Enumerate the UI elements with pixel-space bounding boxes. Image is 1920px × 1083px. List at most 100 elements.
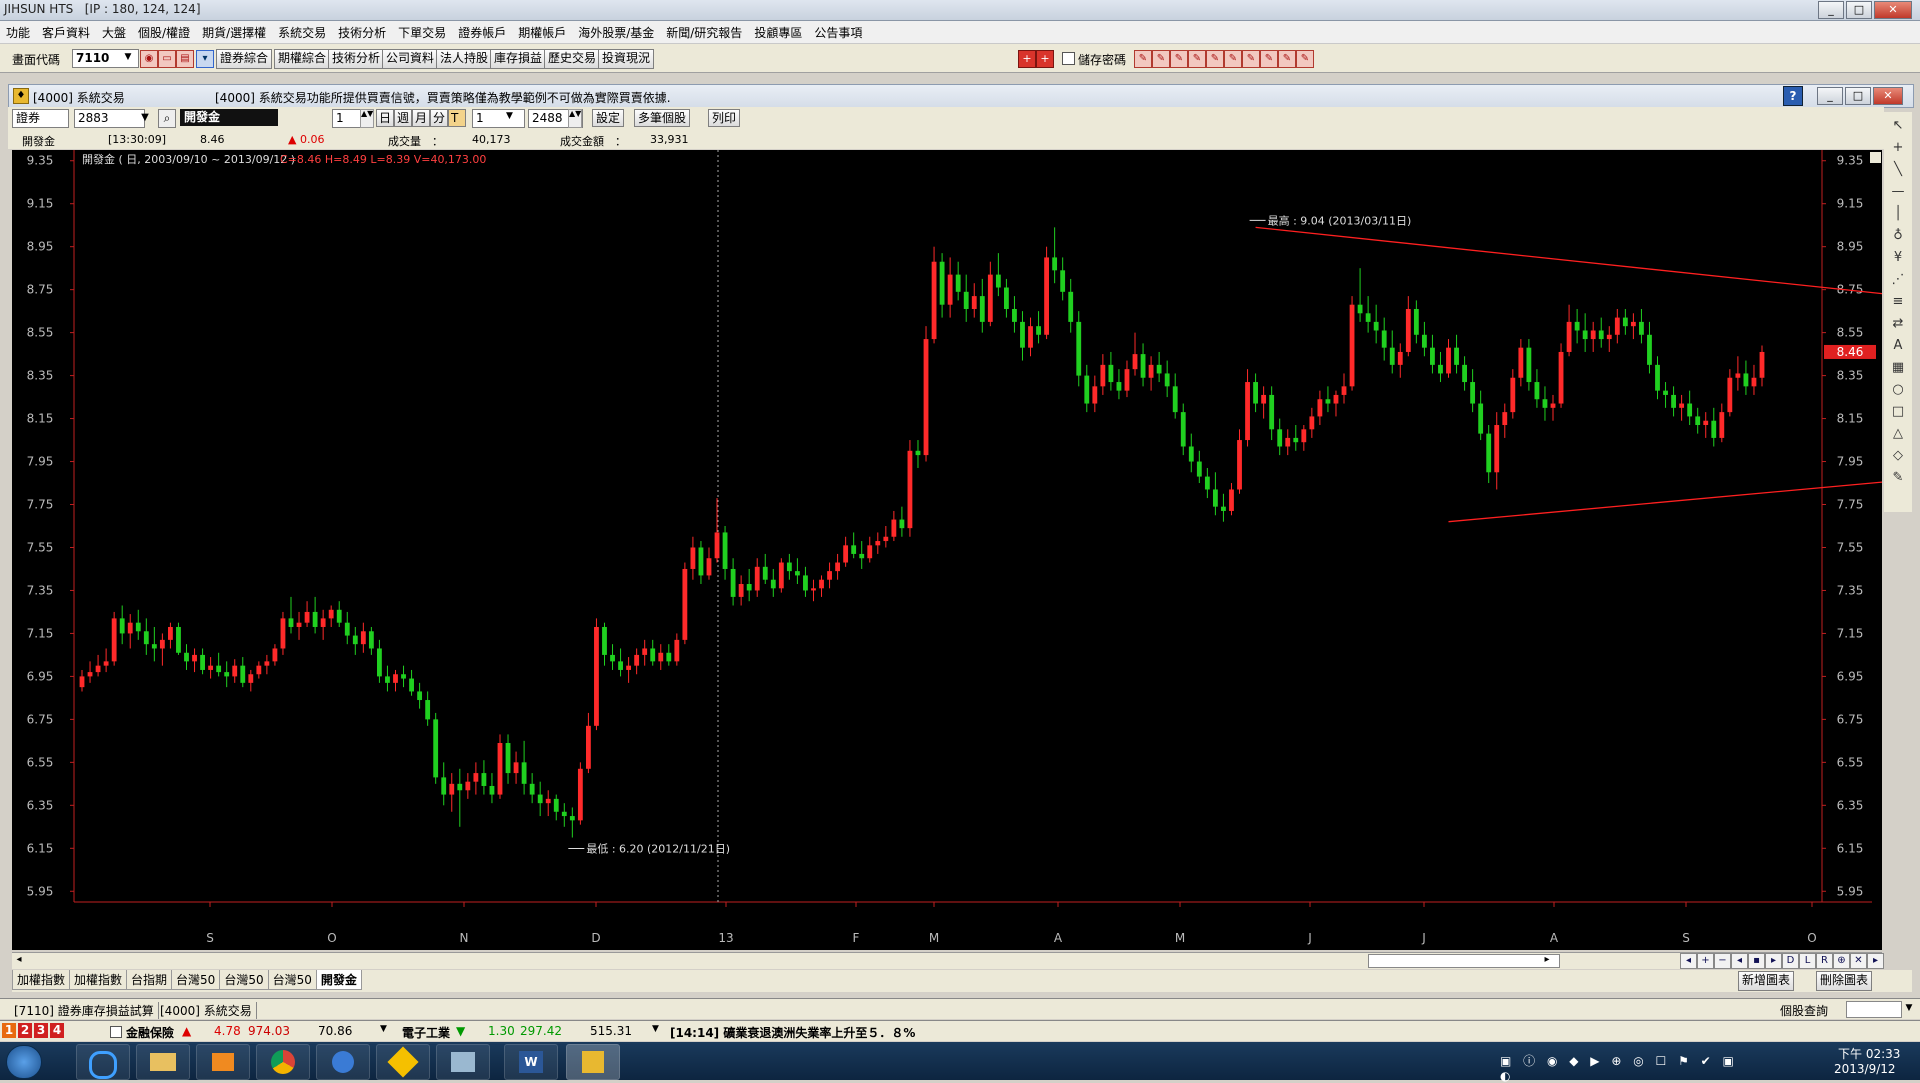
taskbar-folder-icon[interactable] [136,1044,190,1080]
taskbar-app3-icon[interactable] [436,1044,490,1080]
sub-restore-button[interactable]: □ [1845,87,1871,105]
bars-spin-icon[interactable]: ▲▼ [568,109,582,128]
ticker-a-dropdown-icon[interactable]: ▼ [380,1024,387,1034]
toolbar-button-6[interactable]: 歷史交易 [544,49,601,69]
scroll-right-arrow[interactable]: ▸ [1540,954,1554,967]
menu-item-2[interactable]: 大盤 [96,21,132,41]
menu-item-8[interactable]: 證券帳戶 [452,21,512,41]
start-button[interactable] [6,1045,42,1079]
ticker-checkbox[interactable] [110,1026,122,1038]
menu-item-7[interactable]: 下單交易 [392,21,452,41]
chart-tab-2[interactable]: 台指期 [126,970,173,990]
toolbar-button-4[interactable]: 法人持股 [436,49,493,69]
trendline-1[interactable] [1448,434,1920,523]
scroll-left-arrow[interactable]: ◂ [12,954,26,967]
chart-tab-4[interactable]: 台灣50 [219,970,269,990]
drawing-tool-icon-16[interactable]: ✎ [1888,468,1908,488]
chart-nav-button-1[interactable]: + [1697,953,1714,969]
period-button-3[interactable]: 分 [430,109,448,127]
chart-nav-button-8[interactable]: R [1816,953,1833,969]
menu-item-0[interactable]: 功能 [0,21,36,41]
chart-toolbar-button-1[interactable]: 多筆個股 [634,109,691,127]
drawing-tool-icon-10[interactable]: A [1888,336,1908,356]
drawing-tool-icon-14[interactable]: △ [1888,424,1908,444]
toolbar-button-3[interactable]: 公司資料 [382,49,439,69]
drawing-tool-icon-12[interactable]: ○ [1888,380,1908,400]
chart-toolbar-button-2[interactable]: 列印 [708,109,741,127]
stock-query-dropdown-icon[interactable]: ▼ [1902,1001,1916,1016]
drawing-tool-icon-11[interactable]: ▦ [1888,358,1908,378]
chart-nav-button-7[interactable]: L [1799,953,1816,969]
menu-item-13[interactable]: 公告事項 [808,21,868,41]
help-icon[interactable]: ? [1783,86,1803,106]
chart-tab-5[interactable]: 台灣50 [267,970,317,990]
sub-close-button[interactable]: ✕ [1873,87,1903,105]
drawing-tool-icon-7[interactable]: ⋰ [1888,270,1908,290]
chart-scrollbar[interactable]: ◂ ▸ ◂ + − ◂ ▪ ▸ D L R ⊕ ✕ ▸ [12,952,1884,969]
drawing-tool-icon-5[interactable]: ♁ [1888,226,1908,246]
taskbar-media-icon[interactable] [196,1044,250,1080]
price-chart[interactable]: 9.359.359.159.158.958.958.758.758.558.55… [12,150,1920,950]
drawing-tool-icon-1[interactable]: + [1888,138,1908,158]
menu-item-12[interactable]: 投顧專區 [748,21,808,41]
market-select[interactable]: 證券 [12,109,69,128]
menu-item-4[interactable]: 期貨/選擇權 [196,21,272,41]
chart-menu-icon[interactable] [1870,152,1881,163]
period-button-4[interactable]: T [448,109,466,127]
stock-dropdown-icon[interactable]: ▼ [138,109,152,126]
ticker-b-dropdown-icon[interactable]: ▼ [652,1024,659,1034]
menu-item-10[interactable]: 海外股票/基金 [572,21,660,41]
toolbar-button-7[interactable]: 投資現況 [598,49,655,69]
chart-nav-button-4[interactable]: ▪ [1748,953,1765,969]
chart-toolbar-button-0[interactable]: 設定 [592,109,625,127]
drawing-tool-icon-9[interactable]: ⇄ [1888,314,1908,334]
chart-nav-button-0[interactable]: ◂ [1680,953,1697,969]
taskbar-word-icon[interactable]: W [504,1044,558,1080]
count-input[interactable]: 1 [472,109,525,128]
save-password-checkbox[interactable] [1062,52,1075,65]
chart-nav-button-3[interactable]: ◂ [1731,953,1748,969]
taskbar-hts-icon[interactable] [566,1044,620,1080]
ticker-page-button-0[interactable]: 1 [2,1023,16,1038]
menu-item-9[interactable]: 期權帳戶 [512,21,572,41]
period-spin-icon[interactable]: ▲▼ [360,109,374,128]
toolbar-button-1[interactable]: 期權綜合 [274,49,331,69]
close-button[interactable]: ✕ [1874,1,1912,19]
drawing-tool-icon-4[interactable]: │ [1888,204,1908,224]
draw-tool-icon-3[interactable]: ✎ [1188,50,1206,68]
chart-tab-1[interactable]: 加權指數 [69,970,128,990]
minimize-button[interactable]: _ [1818,1,1844,19]
toolbar-button-2[interactable]: 技術分析 [328,49,385,69]
stock-query-input[interactable] [1846,1001,1902,1018]
chart-nav-button-2[interactable]: − [1714,953,1731,969]
system-tray[interactable]: ▣ ⓘ ◉ ◆ ▶ ⊕ ◎ ☐ ⚑ ✔ ▣ ◐ [1500,1052,1760,1083]
sub-minimize-button[interactable]: _ [1817,87,1843,105]
count-dropdown-icon[interactable]: ▼ [506,111,513,121]
chart-nav-button-10[interactable]: ✕ [1850,953,1867,969]
draw-tool-icon-0[interactable]: ✎ [1134,50,1152,68]
magnifier-icon[interactable]: ⌕ [158,109,176,128]
window-icon[interactable]: ▭ [158,50,176,68]
drawing-tool-icon-2[interactable]: ╲ [1888,160,1908,180]
code-dropdown-icon[interactable]: ▼ [122,50,134,65]
print-icon[interactable]: ▤ [176,50,194,68]
tab-action-button-1[interactable]: 刪除圖表 [1816,971,1873,991]
tab-action-button-0[interactable]: 新增圖表 [1738,971,1795,991]
maximize-button[interactable]: □ [1846,1,1872,19]
add-red-icon-2[interactable]: + [1036,50,1054,68]
drawing-tool-icon-3[interactable]: — [1888,182,1908,202]
chart-tab-0[interactable]: 加權指數 [12,970,71,990]
chart-nav-button-11[interactable]: ▸ [1867,953,1884,969]
draw-tool-icon-5[interactable]: ✎ [1224,50,1242,68]
chart-nav-button-9[interactable]: ⊕ [1833,953,1850,969]
ticker-page-button-2[interactable]: 3 [34,1023,48,1038]
period-button-2[interactable]: 月 [412,109,430,127]
chart-nav-button-5[interactable]: ▸ [1765,953,1782,969]
window-status-item-0[interactable]: [7110] 證券庫存損益試算 [14,1002,159,1019]
taskbar-app2-icon[interactable] [376,1044,430,1080]
menu-item-11[interactable]: 新聞/研究報告 [660,21,748,41]
menu-item-3[interactable]: 個股/權證 [132,21,196,41]
drawing-tool-icon-6[interactable]: ¥ [1888,248,1908,268]
toolbar-button-0[interactable]: 證券綜合 [216,49,273,69]
add-red-icon[interactable]: + [1018,50,1036,68]
